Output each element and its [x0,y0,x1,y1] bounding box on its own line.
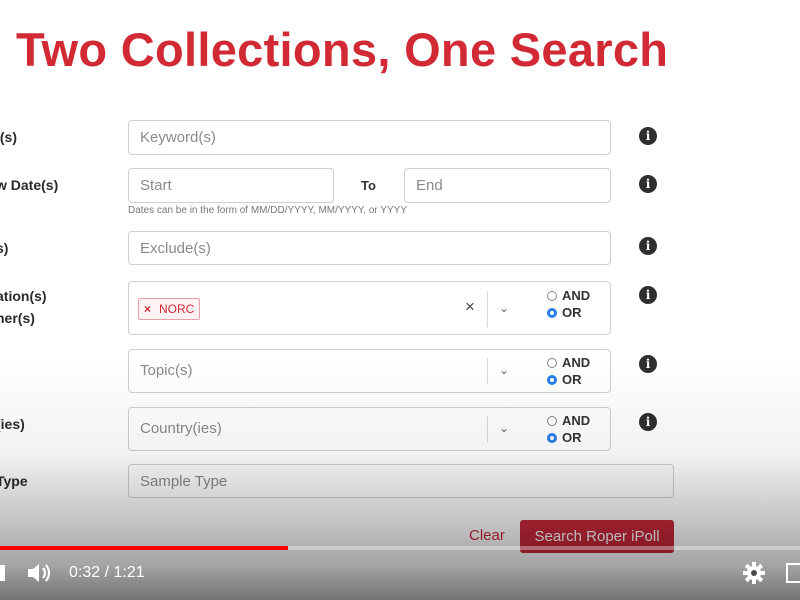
start-date-input[interactable]: Start [128,168,334,203]
or-radio[interactable] [547,307,557,318]
exclude-placeholder: Exclude(s) [140,240,211,257]
dates-info-icon[interactable]: i [639,175,657,193]
clear-selection-icon[interactable]: × [465,297,475,317]
select-divider [487,416,488,442]
and-option[interactable]: AND [547,287,590,304]
or-label: OR [562,430,582,445]
sample-type-input[interactable]: Sample Type [128,464,674,498]
and-radio[interactable] [547,357,557,368]
organizations-select[interactable]: × NORC × ⌄ AND OR [128,281,611,335]
start-date-placeholder: Start [140,177,172,194]
tag-label: NORC [159,302,195,316]
or-radio[interactable] [547,432,557,443]
select-divider [487,358,488,384]
or-label: OR [562,305,582,320]
countries-logic-toggle: AND OR [547,412,590,446]
exclude-label: s) [0,240,9,256]
keywords-placeholder: Keyword(s) [140,129,216,146]
select-divider [487,291,488,327]
end-date-placeholder: End [416,177,443,194]
miniplayer-icon[interactable] [786,563,800,583]
or-label: OR [562,372,582,387]
tag-remove-icon[interactable]: × [144,302,151,316]
and-option[interactable]: AND [547,354,590,371]
sample-type-label: Type [0,473,28,489]
keywords-label: l(s) [0,129,17,145]
organizations-logic-toggle: AND OR [547,287,590,321]
organizations-label-line2: her(s) [0,310,35,326]
sample-type-placeholder: Sample Type [140,473,228,490]
and-radio[interactable] [547,290,557,301]
countries-select[interactable]: Country(ies) ⌄ AND OR [128,407,611,451]
end-date-input[interactable]: End [404,168,611,203]
topics-placeholder: Topic(s) [140,362,193,379]
countries-placeholder: Country(ies) [140,420,222,437]
play-pause-icon[interactable] [0,565,5,581]
chevron-down-icon[interactable]: ⌄ [499,363,509,377]
gear-icon[interactable] [743,562,765,584]
and-option[interactable]: AND [547,412,590,429]
exclude-info-icon[interactable]: i [639,237,657,255]
countries-info-icon[interactable]: i [639,413,657,431]
and-label: AND [562,288,591,303]
seek-bar[interactable] [0,546,800,550]
clear-button[interactable]: Clear [469,527,505,544]
or-option[interactable]: OR [547,304,590,321]
or-radio[interactable] [547,374,557,385]
slide-title: Two Collections, One Search [16,23,669,76]
organizations-info-icon[interactable]: i [639,286,657,304]
topics-select[interactable]: Topic(s) ⌄ AND OR [128,349,611,393]
time-current: 0:32 [69,564,101,581]
norc-tag: × NORC [138,298,201,320]
or-option[interactable]: OR [547,429,590,446]
keywords-info-icon[interactable]: i [639,127,657,145]
time-separator: / [104,564,110,581]
organizations-label-line1: ation(s) [0,288,47,304]
and-label: AND [562,355,591,370]
or-option[interactable]: OR [547,371,590,388]
topics-logic-toggle: AND OR [547,354,590,388]
seek-bar-played [0,546,288,550]
countries-label: (ies) [0,416,25,432]
time-display: 0:32 / 1:21 [69,564,145,582]
volume-icon[interactable] [26,560,54,586]
keywords-input[interactable]: Keyword(s) [128,120,611,155]
date-format-hint: Dates can be in the form of MM/DD/YYYY, … [128,205,408,216]
and-radio[interactable] [547,415,557,426]
chevron-down-icon[interactable]: ⌄ [499,421,509,435]
dates-label: w Date(s) [0,177,59,193]
to-label: To [361,178,376,193]
chevron-down-icon[interactable]: ⌄ [499,301,509,315]
time-total: 1:21 [113,564,145,581]
and-label: AND [562,413,591,428]
topics-info-icon[interactable]: i [639,355,657,373]
exclude-input[interactable]: Exclude(s) [128,231,611,265]
